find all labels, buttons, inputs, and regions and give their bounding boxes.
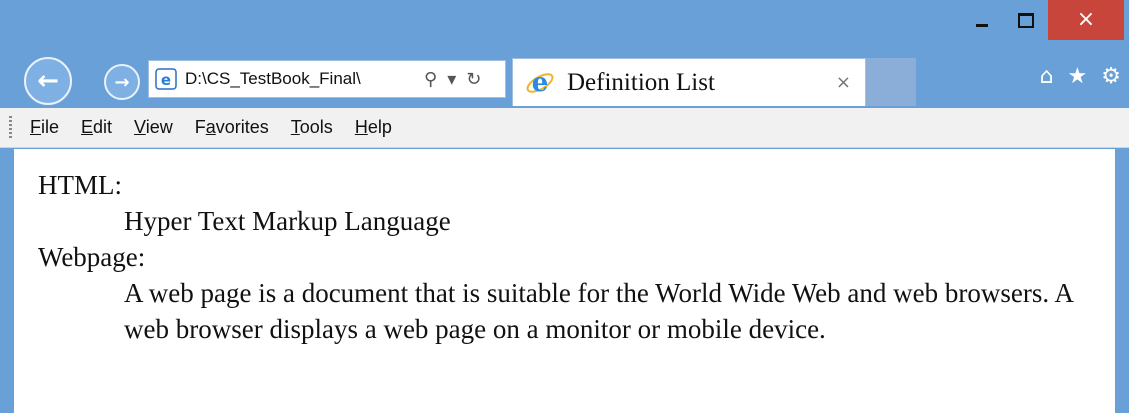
forward-arrow-icon: →	[114, 71, 130, 93]
tab-title: Definition List	[567, 68, 715, 96]
menu-help[interactable]: Help	[355, 117, 392, 138]
close-icon: ×	[1076, 7, 1096, 32]
toolbar-grip[interactable]	[9, 116, 12, 140]
forward-button[interactable]: →	[104, 64, 140, 100]
menu-favorites[interactable]: Favorites	[195, 117, 269, 138]
term-html: HTML:	[38, 170, 122, 200]
svg-text:e: e	[532, 68, 549, 98]
maximize-icon	[1018, 12, 1034, 28]
maximize-button[interactable]	[1004, 0, 1048, 40]
ie-page-icon: e	[155, 68, 177, 90]
svg-text:e: e	[161, 71, 171, 89]
home-icon[interactable]: ⌂	[1040, 64, 1054, 89]
refresh-icon[interactable]: ↻	[466, 69, 481, 90]
new-tab-button[interactable]	[866, 58, 916, 106]
tab-definition-list[interactable]: e Definition List ×	[512, 58, 866, 106]
definition-webpage: A web page is a document that is suitabl…	[124, 278, 1073, 344]
definition-list: HTML: Hyper Text Markup Language Webpage…	[14, 149, 1115, 347]
dropdown-icon[interactable]: ▾	[447, 69, 456, 90]
settings-gear-icon[interactable]: ⚙	[1101, 64, 1121, 89]
address-text[interactable]: D:\CS_TestBook_Final\	[185, 69, 420, 89]
minimize-button[interactable]	[960, 0, 1004, 40]
menu-bar: File Edit View Favorites Tools Help	[0, 108, 1129, 148]
definition-html: Hyper Text Markup Language	[124, 206, 451, 236]
browser-window: × ← → e D:\CS_TestBook_Final\ ⚲ ▾ ↻ e De…	[0, 0, 1129, 413]
page-content: HTML: Hyper Text Markup Language Webpage…	[14, 149, 1115, 413]
menu-file[interactable]: File	[30, 117, 59, 138]
minimize-icon	[976, 23, 988, 27]
address-bar[interactable]: e D:\CS_TestBook_Final\ ⚲ ▾ ↻	[148, 60, 506, 98]
tab-close-icon[interactable]: ×	[836, 72, 851, 93]
back-button[interactable]: ←	[24, 57, 72, 105]
term-webpage: Webpage:	[38, 242, 146, 272]
menu-tools[interactable]: Tools	[291, 117, 333, 138]
menu-edit[interactable]: Edit	[81, 117, 112, 138]
back-arrow-icon: ←	[37, 66, 59, 96]
navigation-bar: ← → e D:\CS_TestBook_Final\ ⚲ ▾ ↻ e Defi…	[0, 52, 1129, 106]
ie-logo-icon: e	[526, 68, 554, 98]
favorites-star-icon[interactable]: ★	[1068, 64, 1088, 89]
search-icon[interactable]: ⚲	[424, 69, 437, 90]
close-button[interactable]: ×	[1048, 0, 1124, 40]
menu-view[interactable]: View	[134, 117, 173, 138]
